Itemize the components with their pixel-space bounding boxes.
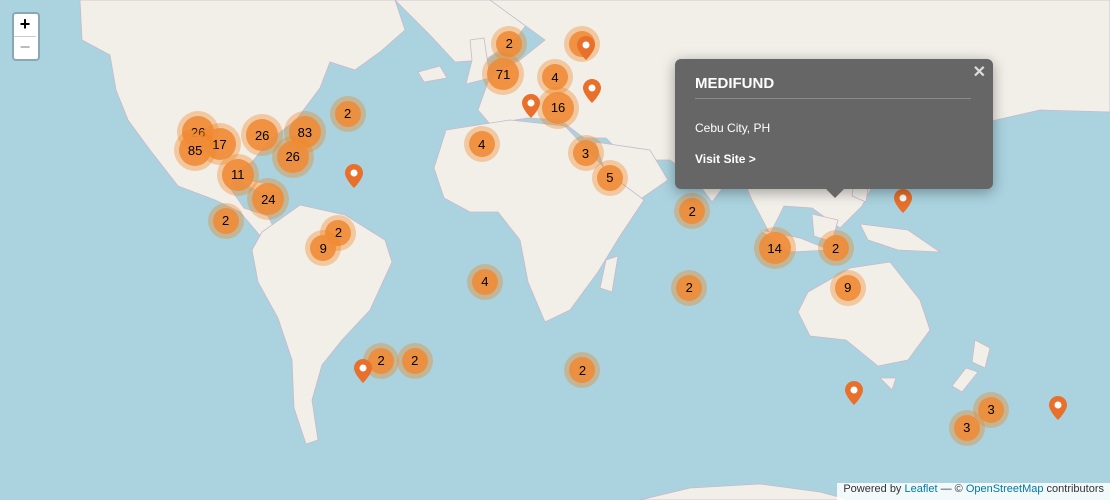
marker-cluster[interactable]: 2: [329, 95, 366, 132]
visit-site-link[interactable]: Visit Site >: [695, 152, 756, 166]
map-pin-icon[interactable]: [576, 36, 595, 65]
popup-tip: [825, 188, 845, 198]
cluster-count: 24: [252, 183, 285, 216]
cluster-count: 4: [471, 268, 498, 295]
cluster-count: 9: [310, 235, 337, 261]
cluster-count: 2: [212, 207, 239, 234]
attribution-suffix: contributors: [1043, 483, 1104, 495]
marker-cluster[interactable]: 9: [829, 269, 866, 306]
map-pin-icon[interactable]: [1049, 395, 1068, 425]
marker-cluster[interactable]: 2: [674, 193, 711, 230]
cluster-count: 5: [596, 164, 623, 191]
marker-cluster[interactable]: 4: [463, 126, 500, 163]
map-pin-icon[interactable]: [353, 359, 372, 388]
marker-cluster[interactable]: 2: [564, 352, 601, 388]
marker-cluster[interactable]: 2: [671, 269, 708, 306]
cluster-count: 14: [758, 232, 791, 264]
marker-cluster[interactable]: 9: [305, 230, 342, 266]
marker-cluster[interactable]: 5: [591, 159, 628, 196]
cluster-count: 2: [401, 347, 428, 374]
cluster-count: 2: [679, 198, 706, 225]
marker-cluster[interactable]: 85: [174, 129, 217, 172]
marker-cluster[interactable]: 16: [537, 86, 580, 129]
cluster-count: 3: [953, 414, 980, 441]
zoom-in-button[interactable]: +: [14, 14, 36, 36]
marker-cluster[interactable]: 3: [948, 409, 985, 446]
map-pin-icon[interactable]: [893, 188, 912, 218]
zoom-control: + −: [12, 12, 40, 61]
cluster-count: 26: [276, 140, 309, 173]
map-pin-icon[interactable]: [582, 78, 601, 108]
cluster-count: 9: [834, 274, 861, 301]
cluster-count: 16: [542, 91, 575, 124]
map-attribution: Powered by Leaflet — © OpenStreetMap con…: [837, 483, 1110, 500]
cluster-count: 2: [569, 357, 596, 383]
marker-cluster[interactable]: 4: [466, 263, 503, 300]
cluster-count: 2: [334, 100, 361, 127]
marker-cluster[interactable]: 71: [482, 53, 525, 96]
marker-cluster[interactable]: 2: [207, 202, 244, 239]
marker-cluster[interactable]: 24: [247, 178, 290, 221]
attribution-separator: — ©: [937, 483, 966, 495]
leaflet-link[interactable]: Leaflet: [905, 483, 938, 495]
cluster-count: 85: [179, 134, 212, 167]
popup-title: MEDIFUND: [695, 75, 971, 99]
cluster-count: 71: [487, 58, 520, 91]
map-pin-icon[interactable]: [344, 164, 363, 193]
map-pin-icon[interactable]: [844, 380, 863, 410]
marker-cluster[interactable]: 2: [396, 342, 433, 379]
osm-link[interactable]: OpenStreetMap: [966, 483, 1044, 495]
cluster-count: 3: [572, 140, 599, 167]
cluster-count: 11: [221, 158, 254, 191]
cluster-count: 4: [468, 131, 495, 158]
attribution-prefix: Powered by: [843, 483, 905, 495]
cluster-count: 2: [822, 235, 849, 261]
marker-cluster[interactable]: 26: [271, 135, 314, 178]
zoom-out-button[interactable]: −: [14, 36, 36, 59]
location-popup: ✕ MEDIFUND Cebu City, PH Visit Site >: [675, 59, 993, 198]
popup-location: Cebu City, PH: [695, 121, 771, 135]
marker-cluster[interactable]: 14: [753, 227, 796, 269]
map-pin-icon[interactable]: [521, 93, 540, 123]
cluster-count: 2: [368, 347, 395, 374]
cluster-count: 2: [676, 274, 703, 301]
marker-cluster[interactable]: 2: [817, 230, 854, 266]
popup-close-button[interactable]: ✕: [973, 62, 986, 82]
